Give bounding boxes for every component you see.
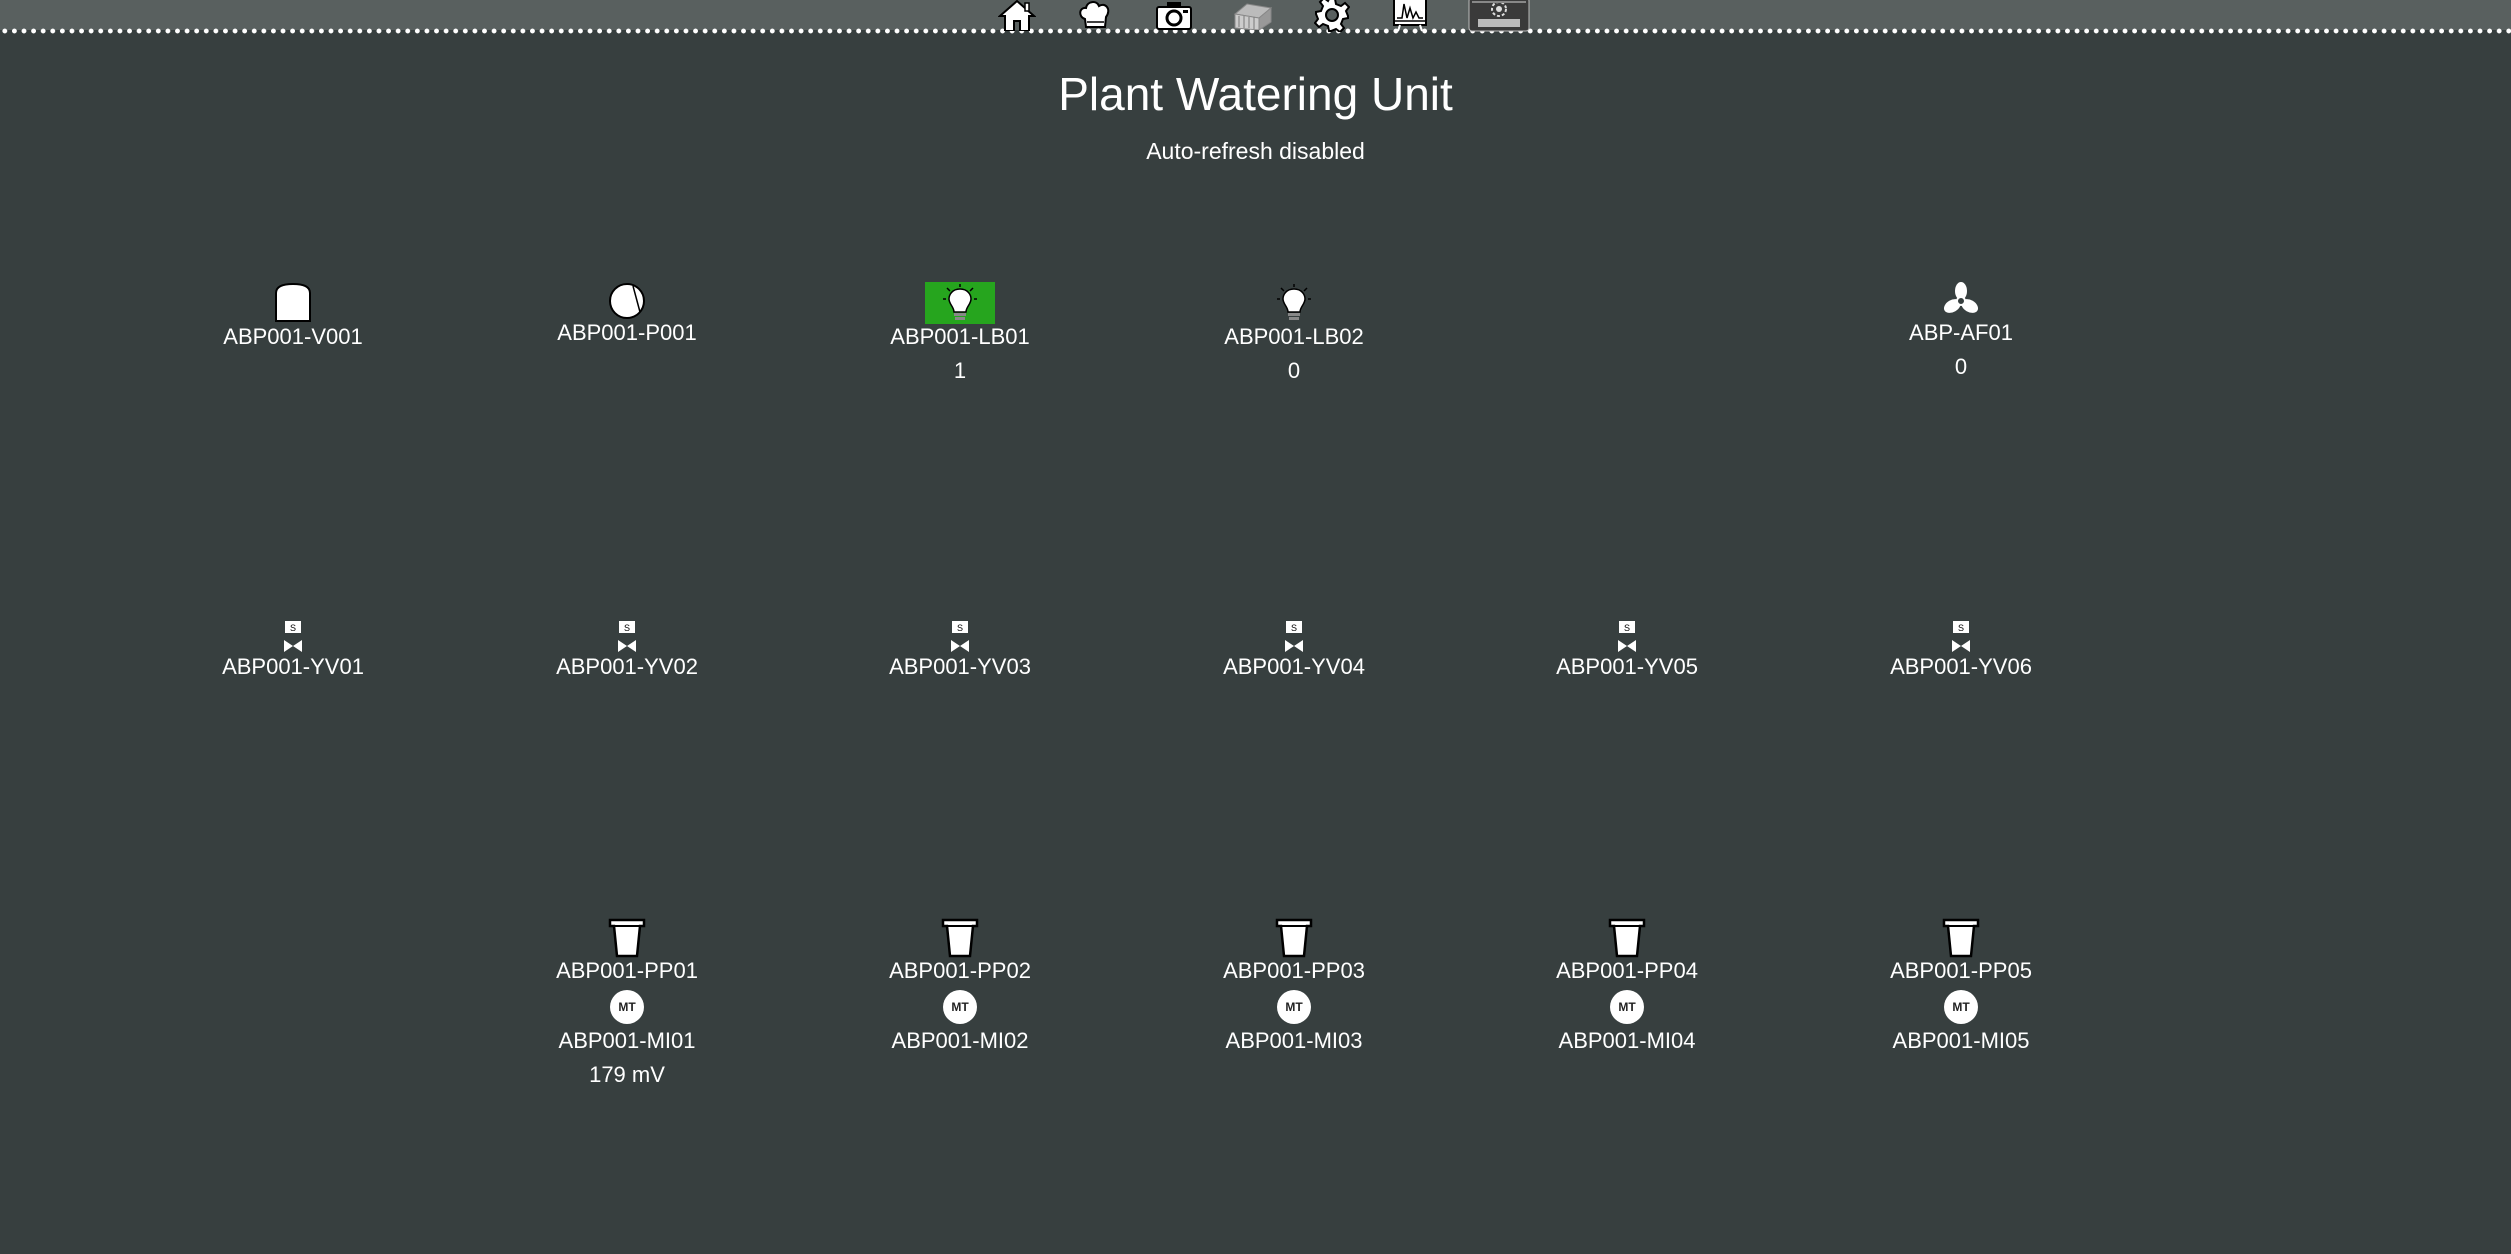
- home-icon[interactable]: [997, 0, 1037, 31]
- gomes-logo-icon[interactable]: [1468, 0, 1530, 32]
- page-title: Plant Watering Unit: [1058, 68, 1453, 120]
- device-label: ABP001-YV03: [889, 654, 1031, 679]
- tank-icon: [274, 282, 312, 324]
- device-label: ABP001-PP05: [1890, 958, 2032, 983]
- moisture-sensor-badge[interactable]: MT: [1277, 990, 1311, 1024]
- solenoid-valve-icon: S: [1616, 620, 1638, 654]
- solenoid-valve-icon: S: [1283, 620, 1305, 654]
- auto-refresh-status: Auto-refresh disabled: [1146, 138, 1365, 164]
- device-af01[interactable]: ABP-AF01 0: [1801, 282, 2121, 380]
- sensor-reading: 179 mV: [589, 1062, 665, 1087]
- pot-pp04[interactable]: ABP001-PP04 MT ABP001-MI04: [1467, 918, 1787, 1054]
- pot-pp05[interactable]: ABP001-PP05 MT ABP001-MI05: [1801, 918, 2121, 1054]
- device-value: 0: [1954, 354, 1968, 379]
- gear-icon[interactable]: [1312, 0, 1352, 32]
- svg-text:S: S: [1624, 623, 1630, 633]
- camera-icon[interactable]: [1154, 0, 1194, 30]
- device-label: ABP001-LB01: [890, 324, 1030, 349]
- solenoid-valve-icon: S: [282, 620, 304, 654]
- solenoid-valve-icon: S: [949, 620, 971, 654]
- pot-pp01[interactable]: ABP001-PP01 MT ABP001-MI01 179 mV: [467, 918, 787, 1088]
- moisture-sensor-badge[interactable]: MT: [610, 990, 644, 1024]
- moisture-sensor-badge[interactable]: MT: [1610, 990, 1644, 1024]
- svg-text:S: S: [1291, 623, 1297, 633]
- valve-yv03[interactable]: S ABP001-YV03: [800, 620, 1120, 680]
- device-label: ABP001-YV02: [556, 654, 698, 679]
- device-v001[interactable]: ABP001-V001: [133, 282, 453, 350]
- chef-hat-icon[interactable]: [1075, 0, 1115, 30]
- device-label: ABP001-PP03: [1223, 958, 1365, 983]
- sensor-label: ABP001-MI01: [558, 1028, 696, 1053]
- device-label: ABP001-PP04: [1556, 958, 1698, 983]
- device-label: ABP001-V001: [223, 324, 363, 349]
- device-p001[interactable]: ABP001-P001: [467, 282, 787, 346]
- device-label: ABP001-YV06: [1890, 654, 2032, 679]
- svg-text:S: S: [624, 623, 630, 633]
- device-label: ABP-AF01: [1909, 320, 2013, 345]
- plant-pot-icon: [1608, 918, 1646, 958]
- device-label: ABP001-YV04: [1223, 654, 1365, 679]
- device-label: ABP001-P001: [557, 320, 697, 345]
- device-lb01[interactable]: ABP001-LB01 1: [800, 282, 1120, 384]
- plant-pot-icon: [941, 918, 979, 958]
- greenhouse-icon[interactable]: [1233, 0, 1273, 30]
- lightbulb-icon: [1276, 282, 1312, 324]
- device-value: 1: [953, 358, 967, 383]
- pump-icon: [608, 282, 646, 320]
- device-label: ABP001-YV05: [1556, 654, 1698, 679]
- plant-pot-icon: [1275, 918, 1313, 958]
- solenoid-valve-icon: S: [1950, 620, 1972, 654]
- solenoid-valve-icon: S: [616, 620, 638, 654]
- device-label: ABP001-YV01: [222, 654, 364, 679]
- chart-monitor-icon[interactable]: [1390, 0, 1430, 32]
- svg-text:S: S: [957, 623, 963, 633]
- top-nav-bar: [0, 0, 2511, 34]
- svg-text:S: S: [290, 623, 296, 633]
- moisture-sensor-badge[interactable]: MT: [1944, 990, 1978, 1024]
- svg-text:S: S: [1958, 623, 1964, 633]
- sensor-label: ABP001-MI05: [1892, 1028, 2030, 1053]
- device-lb02[interactable]: ABP001-LB02 0: [1134, 282, 1454, 384]
- valve-yv02[interactable]: S ABP001-YV02: [467, 620, 787, 680]
- plant-pot-icon: [1942, 918, 1980, 958]
- pot-pp02[interactable]: ABP001-PP02 MT ABP001-MI02: [800, 918, 1120, 1054]
- moisture-sensor-badge[interactable]: MT: [943, 990, 977, 1024]
- device-label: ABP001-PP01: [556, 958, 698, 983]
- sensor-label: ABP001-MI02: [891, 1028, 1029, 1053]
- valve-yv05[interactable]: S ABP001-YV05: [1467, 620, 1787, 680]
- device-label: ABP001-PP02: [889, 958, 1031, 983]
- valve-yv01[interactable]: S ABP001-YV01: [133, 620, 453, 680]
- valve-yv04[interactable]: S ABP001-YV04: [1134, 620, 1454, 680]
- pot-pp03[interactable]: ABP001-PP03 MT ABP001-MI03: [1134, 918, 1454, 1054]
- device-value: 0: [1287, 358, 1301, 383]
- plant-pot-icon: [608, 918, 646, 958]
- device-label: ABP001-LB02: [1224, 324, 1364, 349]
- lightbulb-icon: [925, 282, 995, 324]
- valve-yv06[interactable]: S ABP001-YV06: [1801, 620, 2121, 680]
- sensor-label: ABP001-MI04: [1558, 1028, 1696, 1053]
- fan-icon: [1942, 282, 1980, 320]
- sensor-label: ABP001-MI03: [1225, 1028, 1363, 1053]
